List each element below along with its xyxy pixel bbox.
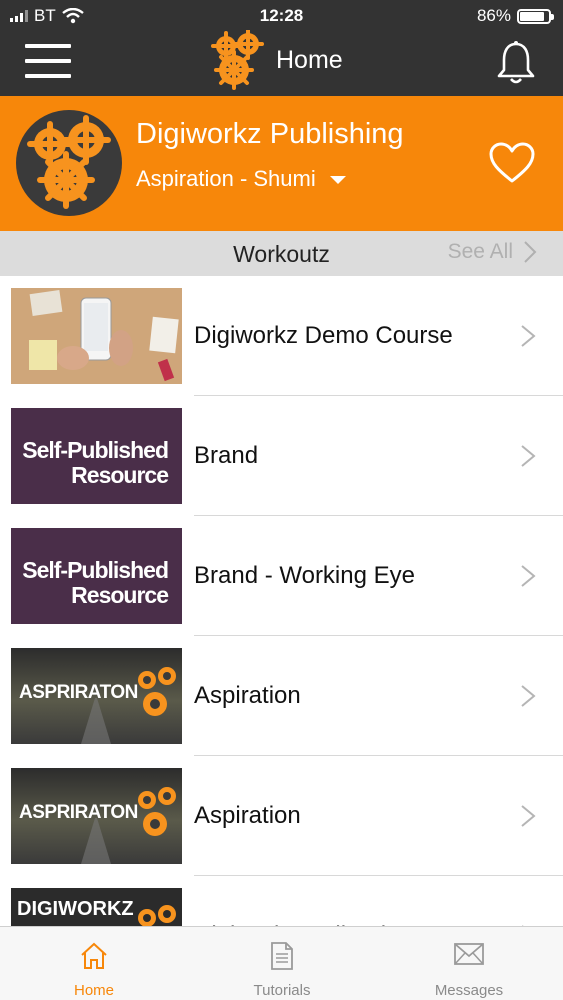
list-item[interactable]: ASPRIRATON Aspiration bbox=[0, 636, 563, 756]
tab-label: Messages bbox=[434, 982, 504, 999]
list-item[interactable]: Digiworkz Demo Course bbox=[0, 276, 563, 396]
top-bar: BT 12:28 86% Home bbox=[0, 0, 563, 96]
bell-icon[interactable] bbox=[494, 40, 538, 86]
heart-icon[interactable] bbox=[488, 142, 536, 184]
document-icon bbox=[271, 942, 293, 970]
home-icon bbox=[81, 942, 107, 969]
thumbnail-text: Resource bbox=[71, 462, 169, 488]
chevron-right-icon bbox=[524, 241, 537, 263]
course-thumbnail: ASPRIRATON bbox=[11, 768, 182, 864]
see-all-label: See All bbox=[447, 240, 513, 263]
course-thumbnail: ASPRIRATON bbox=[11, 648, 182, 744]
tab-label: Tutorials bbox=[253, 982, 311, 999]
bottom-tab-bar: Home Tutorials Messages bbox=[0, 926, 563, 1000]
tab-home[interactable]: Home bbox=[0, 927, 188, 1000]
page-title: Home bbox=[276, 46, 343, 74]
section-header: Workoutz See All bbox=[0, 231, 563, 276]
envelope-icon bbox=[454, 943, 484, 965]
thumbnail-text: Self-Published bbox=[22, 437, 169, 463]
publisher-logo bbox=[16, 110, 122, 216]
gears-logo-icon bbox=[27, 115, 111, 209]
thumbnail-text: Resource bbox=[71, 582, 169, 608]
tab-messages[interactable]: Messages bbox=[375, 927, 563, 1000]
chevron-right-icon bbox=[521, 565, 536, 587]
course-title: Digiworkz Demo Course bbox=[194, 322, 453, 349]
publisher-banner: Digiworkz Publishing Aspiration - Shumi bbox=[0, 96, 563, 231]
course-title: Aspiration bbox=[194, 802, 301, 829]
tab-tutorials[interactable]: Tutorials bbox=[188, 927, 376, 1000]
chevron-right-icon bbox=[521, 445, 536, 467]
tab-label: Home bbox=[73, 982, 114, 999]
thumbnail-text: ASPRIRATON bbox=[19, 682, 138, 703]
chevron-right-icon bbox=[521, 325, 536, 347]
chevron-right-icon bbox=[521, 685, 536, 707]
caret-down-icon bbox=[329, 176, 346, 184]
program-selector-label: Aspiration - Shumi bbox=[136, 166, 316, 191]
status-bar: BT 12:28 86% bbox=[0, 0, 563, 32]
hamburger-menu-icon[interactable] bbox=[25, 44, 71, 78]
program-selector[interactable]: Aspiration - Shumi bbox=[136, 166, 346, 192]
course-thumbnail bbox=[11, 288, 182, 384]
thumbnail-text: Self-Published bbox=[22, 557, 169, 583]
course-thumbnail: Self-Published Resource bbox=[11, 528, 182, 624]
thumbnail-text: ASPRIRATON bbox=[19, 802, 138, 823]
see-all-link[interactable]: See All bbox=[448, 240, 537, 264]
course-title: Brand - Working Eye bbox=[194, 562, 415, 589]
list-item[interactable]: Self-Published Resource Brand - Working … bbox=[0, 516, 563, 636]
gears-logo-icon bbox=[211, 30, 264, 90]
battery-percent: 86% bbox=[476, 6, 511, 25]
course-title: Brand bbox=[194, 442, 259, 469]
thumbnail-text: DIGIWORKZ bbox=[17, 898, 134, 920]
publisher-name: Digiworkz Publishing bbox=[136, 118, 404, 150]
course-list: Digiworkz Demo Course Self-Published Res… bbox=[0, 276, 563, 996]
course-thumbnail: Self-Published Resource bbox=[11, 408, 182, 504]
list-item[interactable]: ASPRIRATON Aspiration bbox=[0, 756, 563, 876]
battery-icon bbox=[517, 8, 554, 24]
list-item[interactable]: Self-Published Resource Brand bbox=[0, 396, 563, 516]
chevron-right-icon bbox=[521, 805, 536, 827]
course-title: Aspiration bbox=[194, 682, 301, 709]
